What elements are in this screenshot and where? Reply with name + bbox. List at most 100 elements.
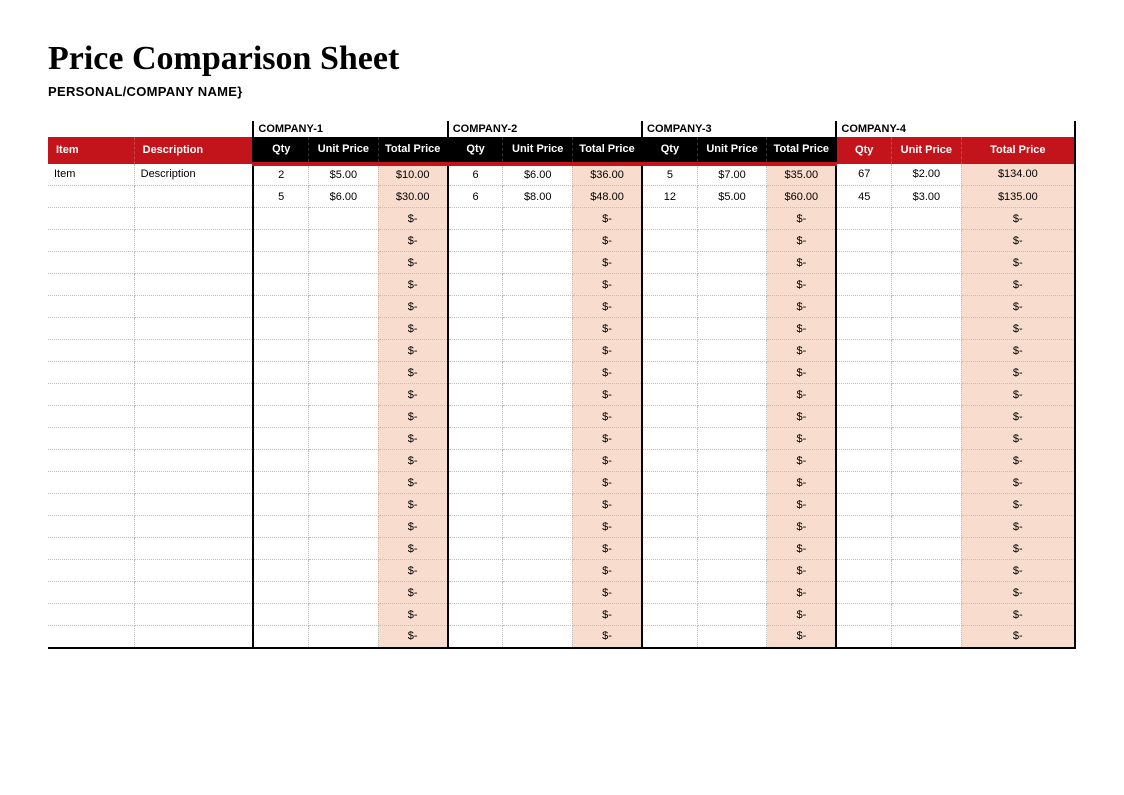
unit-price-cell[interactable] (503, 252, 573, 274)
unit-price-cell[interactable] (697, 450, 767, 472)
total-price-cell[interactable]: $- (378, 362, 448, 384)
unit-price-cell[interactable] (503, 516, 573, 538)
unit-price-cell[interactable] (697, 472, 767, 494)
qty-cell[interactable] (836, 450, 891, 472)
unit-price-cell[interactable] (309, 472, 379, 494)
total-price-cell[interactable]: $- (961, 318, 1075, 340)
unit-price-cell[interactable] (503, 296, 573, 318)
description-cell[interactable] (134, 406, 253, 428)
description-cell[interactable] (134, 428, 253, 450)
unit-price-cell[interactable] (309, 318, 379, 340)
qty-cell[interactable] (448, 538, 503, 560)
unit-price-cell[interactable] (309, 252, 379, 274)
total-price-cell[interactable]: $- (767, 296, 837, 318)
unit-price-cell[interactable] (503, 362, 573, 384)
total-price-cell[interactable]: $- (378, 450, 448, 472)
qty-cell[interactable]: 45 (836, 186, 891, 208)
unit-price-cell[interactable] (309, 296, 379, 318)
qty-cell[interactable] (448, 516, 503, 538)
qty-cell[interactable] (642, 406, 697, 428)
qty-cell[interactable] (253, 252, 308, 274)
total-price-cell[interactable]: $- (961, 560, 1075, 582)
total-price-cell[interactable]: $- (961, 538, 1075, 560)
description-cell[interactable]: Description (134, 164, 253, 186)
total-price-cell[interactable]: $- (767, 362, 837, 384)
qty-cell[interactable] (836, 274, 891, 296)
unit-price-cell[interactable]: $5.00 (309, 164, 379, 186)
total-price-cell[interactable]: $- (378, 208, 448, 230)
total-price-cell[interactable]: $- (961, 384, 1075, 406)
item-cell[interactable] (48, 384, 134, 406)
qty-cell[interactable] (253, 208, 308, 230)
unit-price-cell[interactable] (697, 362, 767, 384)
unit-price-cell[interactable] (697, 296, 767, 318)
total-price-cell[interactable]: $- (572, 560, 642, 582)
qty-cell[interactable] (448, 340, 503, 362)
item-cell[interactable] (48, 318, 134, 340)
qty-cell[interactable] (448, 604, 503, 626)
unit-price-cell[interactable] (503, 626, 573, 648)
total-price-cell[interactable]: $- (767, 538, 837, 560)
qty-cell[interactable] (642, 560, 697, 582)
qty-cell[interactable] (642, 384, 697, 406)
total-price-cell[interactable]: $- (378, 560, 448, 582)
qty-cell[interactable] (253, 340, 308, 362)
description-cell[interactable] (134, 450, 253, 472)
unit-price-cell[interactable] (503, 472, 573, 494)
description-cell[interactable] (134, 626, 253, 648)
description-cell[interactable] (134, 318, 253, 340)
total-price-cell[interactable]: $- (961, 406, 1075, 428)
qty-cell[interactable] (642, 582, 697, 604)
qty-cell[interactable] (448, 560, 503, 582)
qty-cell[interactable] (642, 252, 697, 274)
unit-price-cell[interactable]: $3.00 (892, 186, 962, 208)
total-price-cell[interactable]: $- (767, 208, 837, 230)
qty-cell[interactable] (253, 384, 308, 406)
total-price-cell[interactable]: $- (767, 582, 837, 604)
qty-cell[interactable]: 2 (253, 164, 308, 186)
description-cell[interactable] (134, 362, 253, 384)
item-cell[interactable] (48, 494, 134, 516)
qty-cell[interactable]: 6 (448, 186, 503, 208)
total-price-cell[interactable]: $- (378, 472, 448, 494)
qty-cell[interactable] (448, 494, 503, 516)
unit-price-cell[interactable] (697, 560, 767, 582)
qty-cell[interactable] (448, 384, 503, 406)
qty-cell[interactable] (642, 428, 697, 450)
item-cell[interactable] (48, 230, 134, 252)
qty-cell[interactable] (836, 230, 891, 252)
unit-price-cell[interactable] (892, 472, 962, 494)
total-price-cell[interactable]: $- (378, 296, 448, 318)
qty-cell[interactable]: 5 (253, 186, 308, 208)
total-price-cell[interactable]: $- (767, 384, 837, 406)
item-cell[interactable] (48, 296, 134, 318)
description-cell[interactable] (134, 252, 253, 274)
total-price-cell[interactable]: $- (767, 626, 837, 648)
unit-price-cell[interactable] (697, 516, 767, 538)
total-price-cell[interactable]: $- (378, 428, 448, 450)
qty-cell[interactable] (448, 472, 503, 494)
total-price-cell[interactable]: $- (961, 296, 1075, 318)
unit-price-cell[interactable] (892, 428, 962, 450)
qty-cell[interactable] (448, 252, 503, 274)
unit-price-cell[interactable] (309, 626, 379, 648)
unit-price-cell[interactable] (697, 604, 767, 626)
unit-price-cell[interactable] (892, 274, 962, 296)
qty-cell[interactable] (836, 472, 891, 494)
unit-price-cell[interactable] (697, 208, 767, 230)
total-price-cell[interactable]: $- (961, 208, 1075, 230)
total-price-cell[interactable]: $- (572, 538, 642, 560)
unit-price-cell[interactable] (892, 450, 962, 472)
total-price-cell[interactable]: $- (378, 384, 448, 406)
qty-cell[interactable] (836, 428, 891, 450)
unit-price-cell[interactable] (697, 538, 767, 560)
total-price-cell[interactable]: $- (378, 516, 448, 538)
total-price-cell[interactable]: $- (767, 604, 837, 626)
total-price-cell[interactable]: $- (767, 450, 837, 472)
unit-price-cell[interactable] (503, 406, 573, 428)
total-price-cell[interactable]: $- (767, 516, 837, 538)
unit-price-cell[interactable] (503, 274, 573, 296)
unit-price-cell[interactable] (892, 582, 962, 604)
description-cell[interactable] (134, 560, 253, 582)
total-price-cell[interactable]: $- (767, 406, 837, 428)
